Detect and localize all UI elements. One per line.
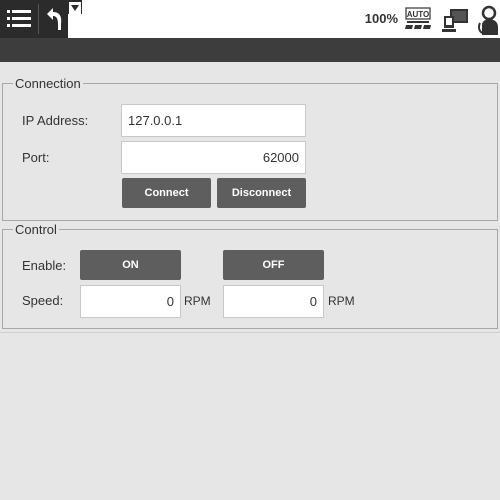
speed-label: Speed:	[22, 293, 64, 308]
speed-input-left[interactable]: 0	[80, 285, 181, 318]
port-input[interactable]: 62000	[121, 141, 306, 174]
on-button[interactable]: ON	[80, 250, 181, 280]
speed-unit-left: RPM	[184, 294, 211, 308]
enable-label: Enable:	[22, 258, 67, 273]
content-divider	[0, 332, 500, 333]
header-band	[0, 38, 500, 62]
control-group-title: Control	[15, 222, 57, 237]
disconnect-button[interactable]: Disconnect	[217, 178, 306, 208]
ip-address-input[interactable]: 127.0.0.1	[121, 104, 306, 137]
auto-mode-label: AUTO	[407, 10, 430, 19]
dropdown-arrow-icon	[69, 2, 81, 14]
speed-input-right[interactable]: 0	[223, 285, 324, 318]
remote-control-icon	[442, 9, 468, 32]
port-label: Port:	[22, 150, 50, 165]
auto-mode-button[interactable]: AUTO	[404, 7, 432, 31]
auto-mode-icon: AUTO	[405, 7, 431, 29]
ip-address-label: IP Address:	[22, 113, 89, 128]
user-icon	[478, 5, 498, 35]
menu-icon	[7, 10, 31, 27]
undo-button[interactable]	[39, 0, 68, 38]
connection-group-title: Connection	[15, 76, 81, 91]
remote-control-button[interactable]	[440, 6, 470, 34]
user-button[interactable]	[476, 5, 500, 35]
speed-unit-right: RPM	[328, 294, 355, 308]
speed-slider-value[interactable]: 100%	[358, 11, 398, 26]
menu-button[interactable]	[0, 0, 38, 38]
top-toolbar: 100% AUTO	[0, 0, 500, 38]
connect-button[interactable]: Connect	[122, 178, 211, 208]
dropdown-button[interactable]	[68, 0, 82, 14]
undo-icon	[47, 8, 62, 30]
off-button[interactable]: OFF	[223, 250, 324, 280]
